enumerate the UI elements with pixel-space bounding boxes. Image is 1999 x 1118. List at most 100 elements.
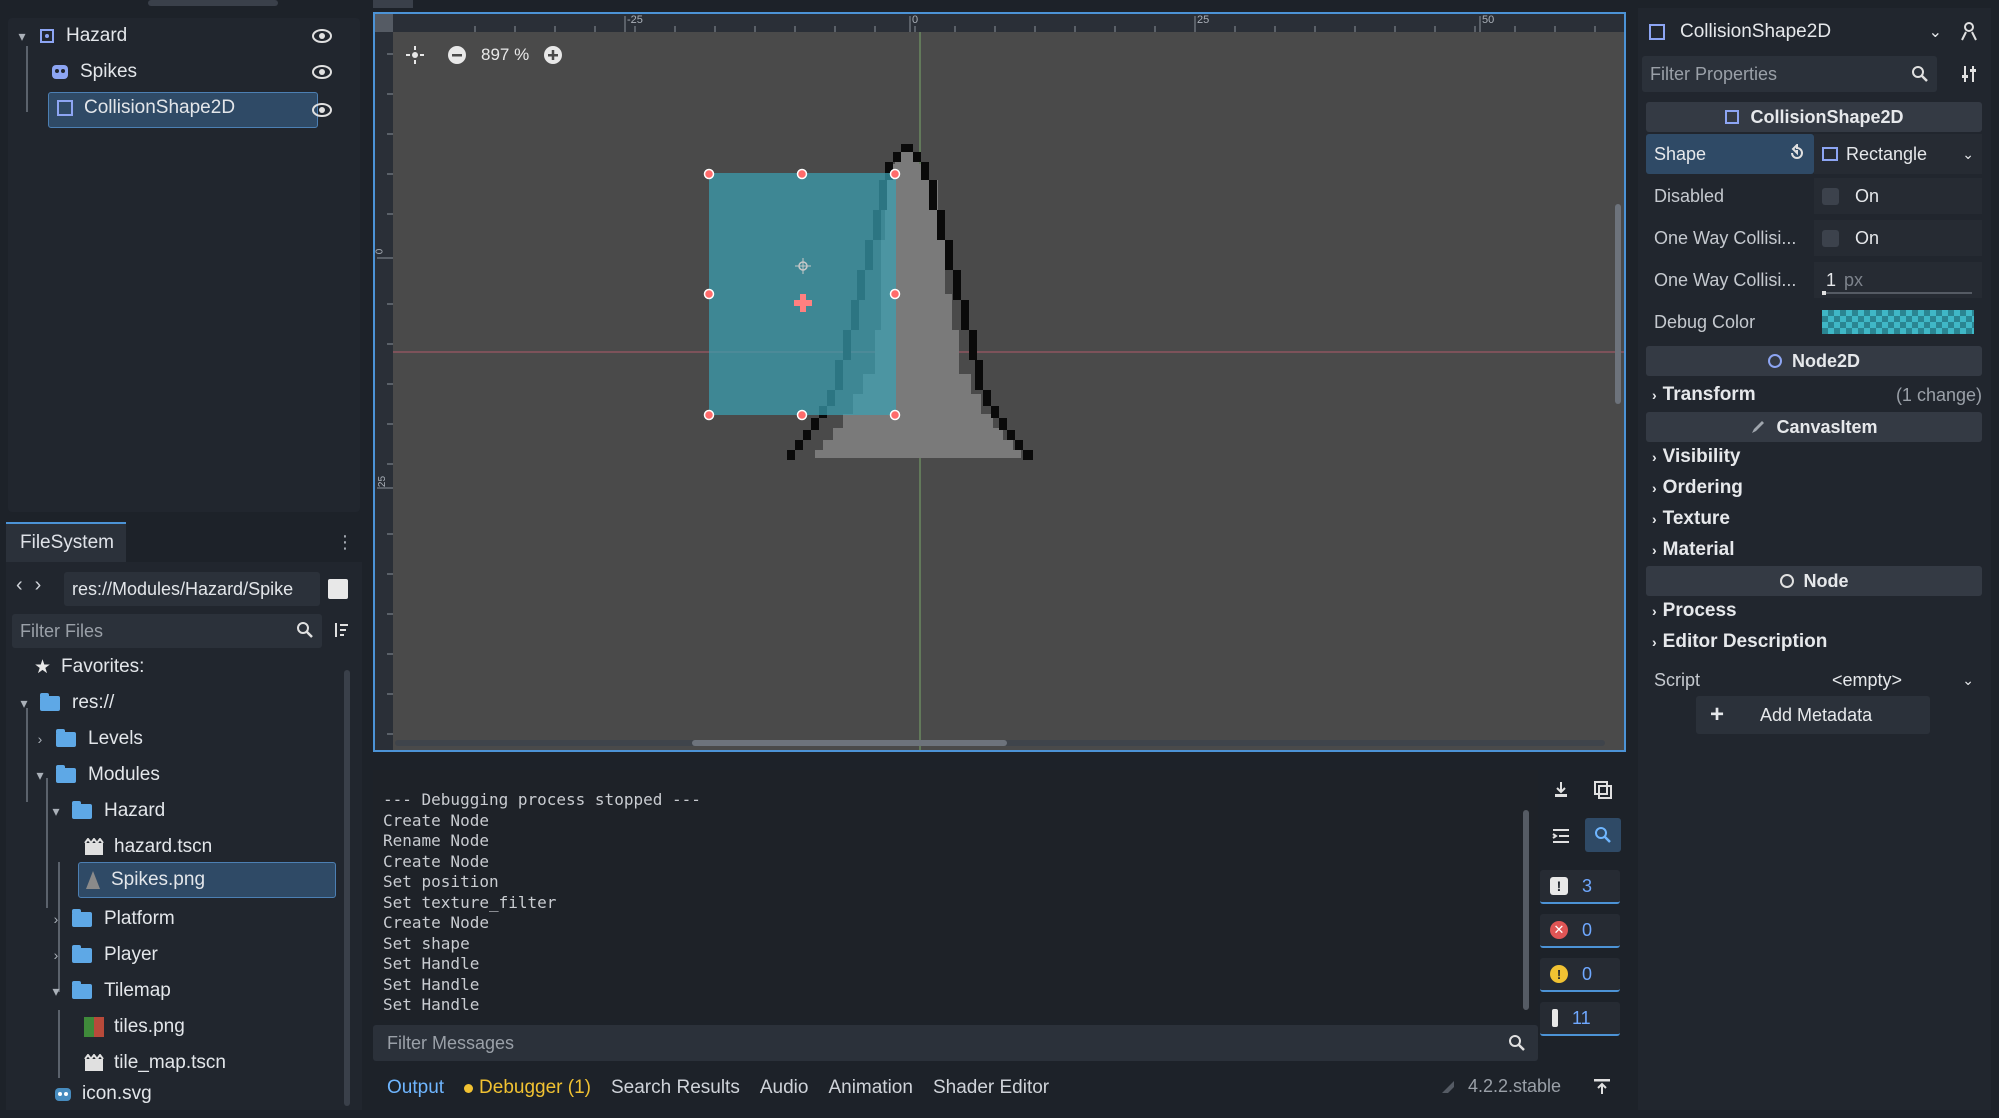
scene-node-collisionshape2d[interactable]: CollisionShape2D	[8, 92, 348, 128]
back-arrow-icon[interactable]: ‹	[16, 574, 23, 597]
section-title: Node	[1803, 570, 1849, 591]
search-icon	[1508, 1034, 1526, 1052]
inspector-object-selector[interactable]: CollisionShape2D ⌄	[1648, 16, 1948, 48]
chevron-down-icon[interactable]: ▾	[16, 695, 32, 712]
copy-icon[interactable]	[1593, 780, 1613, 800]
fs-folder-hazard[interactable]: ▾ Hazard	[48, 794, 165, 828]
fs-folder-player[interactable]: › Player	[48, 938, 158, 972]
inspector-tools-icon[interactable]	[1960, 64, 1980, 84]
path-field[interactable]: res://Modules/Hazard/Spike	[64, 572, 320, 606]
fs-favorites[interactable]: ★ Favorites:	[34, 650, 144, 684]
scroll-lock-icon[interactable]	[1551, 780, 1571, 800]
fs-folder-platform[interactable]: › Platform	[48, 902, 175, 936]
fs-file-tiles-png[interactable]: tiles.png	[84, 1010, 185, 1044]
forward-arrow-icon[interactable]: ›	[35, 574, 42, 597]
expand-panel-icon[interactable]	[1592, 1076, 1612, 1096]
visibility-eye-icon[interactable]	[312, 64, 332, 80]
filter-properties-input[interactable]: Filter Properties	[1642, 56, 1937, 92]
section-node[interactable]: Node	[1646, 566, 1982, 596]
object-properties-icon[interactable]	[1958, 20, 1980, 42]
debug-color-swatch[interactable]	[1822, 310, 1974, 334]
filter-messages-button[interactable]: ! 3	[1540, 870, 1620, 904]
section-collisionshape2d[interactable]: CollisionShape2D	[1646, 102, 1982, 132]
fs-file-icon-svg[interactable]: icon.svg	[54, 1080, 152, 1108]
fs-scrollbar[interactable]	[344, 670, 350, 1106]
horizontal-scrollbar-thumb[interactable]	[692, 740, 1007, 746]
group-transform[interactable]: › Transform (1 change)	[1652, 380, 1982, 410]
chevron-right-icon: ›	[1652, 634, 1657, 650]
group-ordering[interactable]: › Ordering	[1652, 473, 1743, 503]
section-node2d[interactable]: Node2D	[1646, 346, 1982, 376]
spin-slider-grabber[interactable]	[1822, 291, 1826, 295]
filter-warnings-button[interactable]: ! 0	[1540, 958, 1620, 992]
pivot-cross-icon[interactable]	[792, 292, 814, 314]
section-canvasitem[interactable]: CanvasItem	[1646, 412, 1982, 442]
center-view-icon[interactable]	[405, 45, 425, 65]
group-texture[interactable]: › Texture	[1652, 504, 1730, 534]
add-metadata-button[interactable]: + Add Metadata	[1696, 696, 1930, 734]
fs-folder-res[interactable]: ▾ res://	[16, 686, 114, 720]
revert-icon[interactable]	[1788, 144, 1806, 162]
fs-folder-tilemap[interactable]: ▾ Tilemap	[48, 974, 170, 1008]
script-value: <empty>	[1832, 669, 1903, 690]
group-process[interactable]: › Process	[1652, 596, 1737, 626]
search-toggle-button[interactable]	[1585, 818, 1621, 852]
image-file-icon	[85, 870, 101, 890]
tree-guide-line	[58, 1010, 60, 1078]
chevron-down-icon[interactable]: ▾	[32, 767, 48, 784]
ruler-vertical: 0 25	[375, 14, 393, 750]
fs-file-spikes-png[interactable]: Spikes.png	[78, 862, 336, 898]
viewport-tab-stub[interactable]	[373, 0, 413, 8]
zoom-level[interactable]: 897 %	[481, 45, 529, 65]
sort-icon[interactable]	[332, 621, 350, 639]
filter-messages-input[interactable]: Filter Messages	[373, 1025, 1538, 1061]
collapse-messages-icon[interactable]	[1551, 826, 1571, 846]
chevron-right-icon[interactable]: ›	[32, 731, 48, 747]
visibility-eye-icon[interactable]	[312, 28, 332, 44]
dock-menu-icon[interactable]: ⋮	[336, 532, 354, 553]
tab-search-results[interactable]: Search Results	[611, 1077, 740, 1099]
scene-node-hazard[interactable]: ▾ Hazard	[8, 20, 348, 52]
visibility-eye-icon[interactable]	[312, 102, 332, 118]
tab-output[interactable]: Output	[387, 1077, 444, 1099]
chevron-down-icon[interactable]: ▾	[48, 983, 64, 1000]
tab-audio[interactable]: Audio	[760, 1077, 809, 1099]
canvas-viewport[interactable]: -25 0 25 50 0 25 897 %	[373, 12, 1626, 752]
filter-files-input[interactable]: Filter Files	[12, 614, 322, 648]
filter-errors-button[interactable]: ✕ 0	[1540, 914, 1620, 948]
disabled-checkbox[interactable]: On	[1814, 178, 1982, 214]
fs-item-label: Modules	[88, 764, 160, 785]
tab-animation[interactable]: Animation	[828, 1077, 913, 1099]
script-picker[interactable]: <empty> ⌄	[1814, 662, 1982, 698]
shape-resource-picker[interactable]: Rectangle ⌄	[1814, 134, 1982, 174]
chevron-down-icon[interactable]: ▾	[48, 803, 64, 820]
tab-filesystem[interactable]: FileSystem	[6, 522, 126, 562]
log-scrollbar[interactable]	[1523, 810, 1529, 1010]
fs-folder-modules[interactable]: ▾ Modules	[32, 758, 160, 792]
tab-debugger[interactable]: Debugger (1)	[464, 1077, 591, 1099]
tab-label: Debugger (1)	[479, 1077, 591, 1098]
split-mode-icon[interactable]	[328, 579, 348, 599]
one-way-collision-checkbox[interactable]: On	[1814, 220, 1982, 256]
button-label: Add Metadata	[1760, 704, 1873, 725]
group-visibility[interactable]: › Visibility	[1652, 442, 1740, 472]
property-label: Disabled	[1654, 185, 1725, 206]
dock-grabber[interactable]	[148, 0, 278, 6]
filter-verbose-button[interactable]: 11	[1540, 1002, 1620, 1036]
one-way-margin-spinbox[interactable]: 1 px	[1814, 262, 1982, 298]
fs-file-hazard-tscn[interactable]: hazard.tscn	[84, 830, 212, 864]
fs-folder-levels[interactable]: › Levels	[32, 722, 143, 756]
zoom-out-icon[interactable]	[447, 45, 467, 65]
chevron-right-icon[interactable]: ›	[48, 911, 64, 927]
fs-file-tile-map-tscn[interactable]: tile_map.tscn	[84, 1046, 226, 1080]
version-label[interactable]: 4.2.2.stable	[1468, 1076, 1561, 1097]
tab-shader-editor[interactable]: Shader Editor	[933, 1077, 1049, 1099]
filter-placeholder: Filter Messages	[387, 1032, 515, 1053]
collapse-chevron-icon[interactable]: ▾	[14, 28, 30, 45]
group-material[interactable]: › Material	[1652, 535, 1734, 565]
scene-node-spikes[interactable]: Spikes	[8, 56, 348, 88]
zoom-in-icon[interactable]	[543, 45, 563, 65]
vertical-scrollbar-thumb[interactable]	[1615, 204, 1621, 404]
chevron-right-icon[interactable]: ›	[48, 947, 64, 963]
group-editor-description[interactable]: › Editor Description	[1652, 627, 1827, 657]
